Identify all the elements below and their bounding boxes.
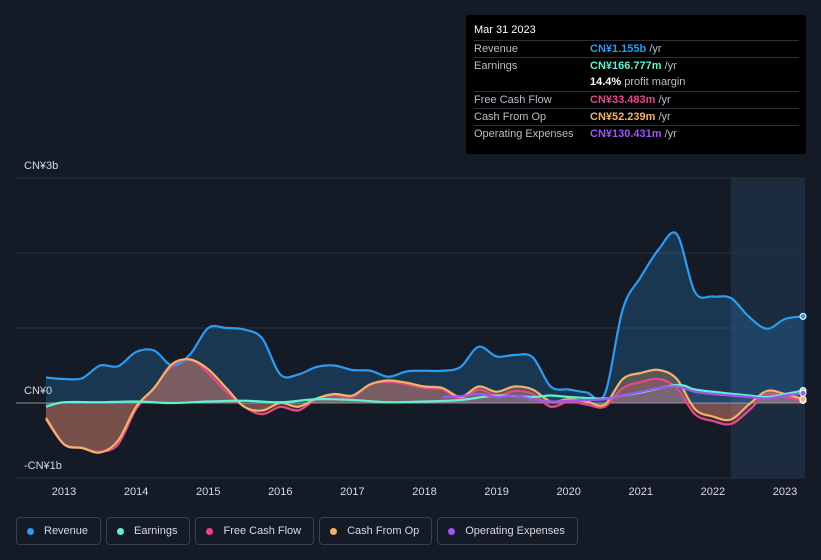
tooltip-row-earnings: Earnings CN¥166.777m /yr [474, 57, 799, 75]
legend-earnings[interactable]: Earnings [106, 517, 191, 545]
legend-label: Cash From Op [347, 525, 420, 537]
tooltip-row-operating-expenses: Operating Expenses CN¥130.431m /yr [474, 125, 799, 143]
revenue-endpoint [799, 312, 807, 320]
legend-operating-expenses[interactable]: Operating Expenses [437, 517, 578, 545]
tooltip-label: Revenue [474, 43, 519, 55]
data-tooltip: Mar 31 2023 Revenue CN¥1.155b /yr Earnin… [466, 15, 806, 154]
x-tick-label: 2023 [773, 486, 797, 498]
legend-dot-icon [117, 527, 125, 535]
legend-label: Revenue [44, 525, 89, 537]
legend-dot-icon [448, 527, 456, 535]
legend-revenue[interactable]: Revenue [16, 517, 102, 545]
tooltip-value: CN¥166.777m /yr [590, 60, 677, 72]
y-tick-label: CN¥0 [24, 385, 52, 397]
tooltip-label: Operating Expenses [474, 128, 574, 140]
x-tick-label: 2019 [484, 486, 508, 498]
x-tick-label: 2014 [124, 486, 148, 498]
tooltip-value: CN¥52.239m /yr [590, 111, 671, 123]
legend-cash-from-op[interactable]: Cash From Op [319, 517, 433, 545]
x-tick-label: 2016 [268, 486, 292, 498]
tooltip-value: CN¥130.431m /yr [590, 128, 677, 140]
tooltip-value: CN¥33.483m /yr [590, 94, 671, 106]
legend-label: Operating Expenses [465, 525, 565, 537]
chart-legend: Revenue Earnings Free Cash Flow Cash Fro… [16, 517, 578, 545]
tooltip-label: Free Cash Flow [474, 94, 552, 106]
operating-expenses-endpoint [799, 389, 807, 397]
tooltip-row-margin: 14.4% profit margin [474, 74, 799, 91]
series-areas [46, 232, 803, 453]
tooltip-label: Earnings [474, 60, 518, 72]
legend-dot-icon [330, 527, 338, 535]
x-tick-label: 2015 [196, 486, 220, 498]
legend-dot-icon [27, 527, 34, 535]
tooltip-row-free-cash-flow: Free Cash Flow CN¥33.483m /yr [474, 91, 799, 109]
tooltip-value: 14.4% profit margin [590, 76, 686, 88]
x-tick-label: 2013 [52, 486, 76, 498]
legend-dot-icon [206, 527, 214, 535]
revenue-area [46, 232, 803, 403]
legend-label: Free Cash Flow [223, 525, 302, 537]
x-tick-label: 2017 [340, 486, 364, 498]
cash-from-op-endpoint [799, 395, 807, 403]
legend-free-cash-flow[interactable]: Free Cash Flow [195, 517, 315, 545]
y-tick-label: CN¥3b [24, 160, 58, 172]
tooltip-value: CN¥1.155b /yr [590, 43, 662, 55]
y-tick-label: -CN¥1b [24, 460, 62, 472]
tooltip-label: Cash From Op [474, 111, 547, 123]
x-tick-label: 2021 [629, 486, 653, 498]
x-tick-label: 2022 [701, 486, 725, 498]
x-tick-label: 2018 [412, 486, 436, 498]
legend-label: Earnings [134, 525, 178, 537]
tooltip-date: Mar 31 2023 [474, 24, 536, 36]
tooltip-row-cash-from-op: Cash From Op CN¥52.239m /yr [474, 108, 799, 126]
x-tick-label: 2020 [556, 486, 580, 498]
tooltip-row-revenue: Revenue CN¥1.155b /yr [474, 40, 799, 58]
